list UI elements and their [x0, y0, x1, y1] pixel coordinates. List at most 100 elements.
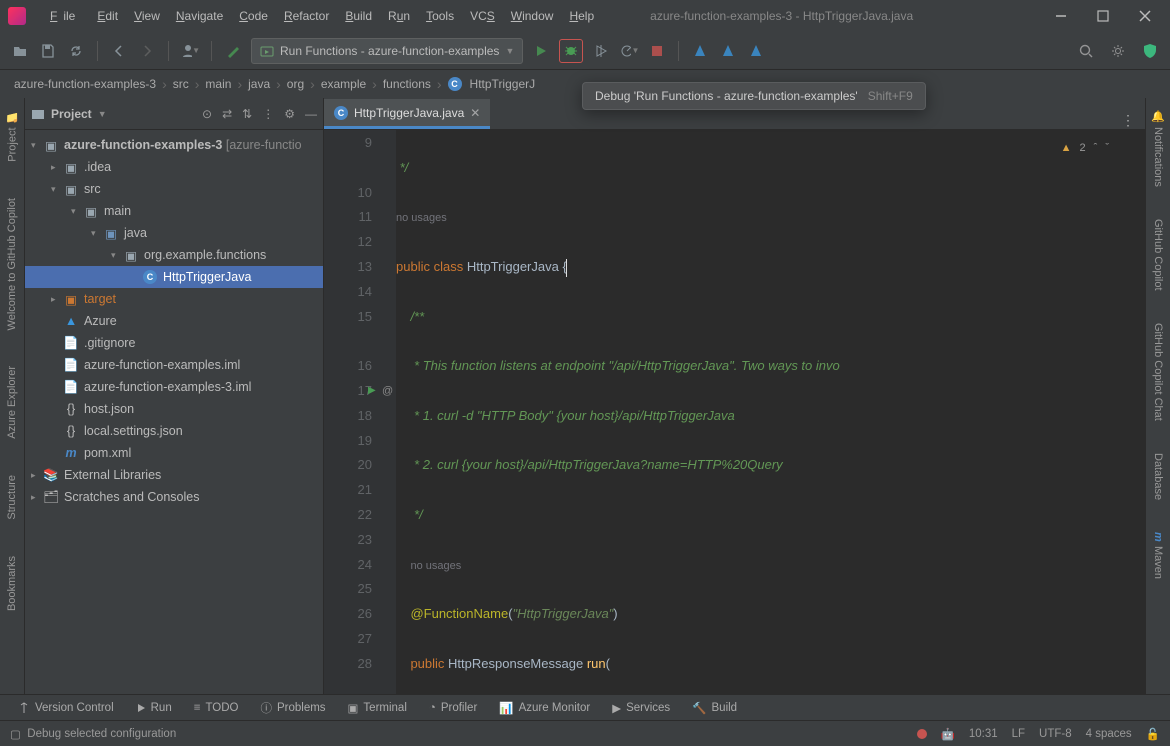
gutter[interactable]: 9 10 11 12 13 14 15 16 17▶@ 18 19 20 21 …	[324, 130, 396, 694]
shield-icon[interactable]	[1140, 41, 1160, 61]
open-icon[interactable]	[10, 41, 30, 61]
bc-class[interactable]: HttpTriggerJ	[466, 75, 540, 93]
tree-java[interactable]: ▾▣java	[25, 222, 323, 244]
expand-icon[interactable]: ⇄	[222, 107, 232, 121]
gear-icon[interactable]: ⚙	[284, 107, 295, 121]
chevron-down-icon[interactable]: ▼	[98, 109, 107, 119]
avatar-icon[interactable]: ▼	[180, 41, 200, 61]
hide-icon[interactable]: ⋮	[262, 107, 274, 121]
tree-scratch[interactable]: ▸🗂Scratches and Consoles	[25, 486, 323, 508]
tree-azure[interactable]: ▲Azure	[25, 310, 323, 332]
menu-window[interactable]: Window	[505, 5, 560, 27]
collapse-icon[interactable]: ⇅	[242, 107, 252, 121]
menu-help[interactable]: Help	[563, 5, 600, 27]
tree-gitignore[interactable]: 📄.gitignore	[25, 332, 323, 354]
menu-edit[interactable]: Edit	[91, 5, 124, 27]
close-tab-icon[interactable]: ✕	[470, 106, 480, 120]
minimize-button[interactable]	[1054, 9, 1068, 23]
tab-copilot[interactable]: GitHub Copilot	[1150, 213, 1166, 297]
bt-build[interactable]: 🔨Build	[684, 698, 745, 718]
bc-org[interactable]: org	[283, 75, 308, 93]
minimize-panel-icon[interactable]: —	[305, 107, 317, 121]
menu-navigate[interactable]: Navigate	[170, 5, 229, 27]
hammer-icon[interactable]	[223, 41, 243, 61]
coverage-icon[interactable]	[591, 41, 611, 61]
tree-hostjson[interactable]: {}host.json	[25, 398, 323, 420]
status-time[interactable]: 10:31	[969, 728, 998, 740]
next-highlight-icon[interactable]: ˇ	[1105, 136, 1109, 161]
menu-tools[interactable]: Tools	[420, 5, 460, 27]
tree-class-selected[interactable]: CHttpTriggerJava	[25, 266, 323, 288]
tree-iml2[interactable]: 📄azure-function-examples-3.iml	[25, 376, 323, 398]
project-header-label[interactable]: Project	[51, 107, 92, 121]
stop-icon[interactable]	[647, 41, 667, 61]
run-configuration-selector[interactable]: Run Functions - azure-function-examples …	[251, 38, 523, 64]
bt-problems[interactable]: ⓘProblems	[252, 697, 333, 719]
search-icon[interactable]	[1076, 41, 1096, 61]
debug-button[interactable]	[559, 39, 583, 63]
maximize-button[interactable]	[1096, 9, 1110, 23]
menu-build[interactable]: Build	[339, 5, 378, 27]
back-icon[interactable]	[109, 41, 129, 61]
bc-example[interactable]: example	[317, 75, 370, 93]
save-icon[interactable]	[38, 41, 58, 61]
bt-run[interactable]: Run	[128, 699, 180, 717]
prev-highlight-icon[interactable]: ˆ	[1094, 136, 1098, 161]
code-content[interactable]: */ no usages public class HttpTriggerJav…	[396, 130, 1145, 694]
copilot-status-icon[interactable]: 🤖	[941, 727, 955, 741]
sync-icon[interactable]	[66, 41, 86, 61]
menu-run[interactable]: Run	[382, 5, 416, 27]
tab-structure[interactable]: Structure	[4, 469, 20, 526]
status-indent[interactable]: 4 spaces	[1086, 728, 1132, 740]
bc-main[interactable]: main	[201, 75, 235, 93]
tree-pom[interactable]: mpom.xml	[25, 442, 323, 464]
tree-src[interactable]: ▾▣src	[25, 178, 323, 200]
azure-icon-3[interactable]	[746, 41, 766, 61]
tree-iml1[interactable]: 📄azure-function-examples.iml	[25, 354, 323, 376]
tree-extlib[interactable]: ▸📚External Libraries	[25, 464, 323, 486]
menu-code[interactable]: Code	[233, 5, 274, 27]
tree-root[interactable]: ▾▣azure-function-examples-3 [azure-funct…	[25, 134, 323, 156]
menu-view[interactable]: View	[128, 5, 166, 27]
tree-target[interactable]: ▸▣target	[25, 288, 323, 310]
forward-icon[interactable]	[137, 41, 157, 61]
select-opened-icon[interactable]: ⊙	[202, 107, 212, 121]
tab-bookmarks[interactable]: Bookmarks	[4, 550, 20, 617]
azure-icon-2[interactable]	[718, 41, 738, 61]
tab-maven[interactable]: mMaven	[1150, 526, 1166, 585]
recording-indicator-icon[interactable]	[917, 729, 927, 739]
bt-todo[interactable]: ≡TODO	[186, 699, 247, 717]
close-button[interactable]	[1138, 9, 1152, 23]
status-encoding[interactable]: UTF-8	[1039, 728, 1072, 740]
status-readonly-icon[interactable]: 🔓	[1146, 727, 1160, 741]
profile-icon[interactable]: ▼	[619, 41, 639, 61]
tree-package[interactable]: ▾▣org.example.functions	[25, 244, 323, 266]
bc-java[interactable]: java	[244, 75, 274, 93]
tab-database[interactable]: Database	[1150, 447, 1166, 506]
menu-file[interactable]: File	[44, 5, 87, 27]
inspection-widget[interactable]: ▲2 ˆ ˇ	[1061, 136, 1109, 161]
run-gutter-icon[interactable]: ▶	[368, 379, 376, 404]
bt-services[interactable]: ▶Services	[604, 698, 678, 718]
tab-project[interactable]: Project📁	[4, 104, 21, 168]
tree-localsettings[interactable]: {}local.settings.json	[25, 420, 323, 442]
tab-copilot-welcome[interactable]: Welcome to GitHub Copilot	[4, 192, 20, 336]
tree-idea[interactable]: ▸▣.idea	[25, 156, 323, 178]
tab-httptriggerjava[interactable]: C HttpTriggerJava.java ✕	[324, 99, 490, 129]
tab-copilot-chat[interactable]: GitHub Copilot Chat	[1150, 317, 1166, 427]
tab-azure-explorer[interactable]: Azure Explorer	[4, 360, 20, 445]
run-icon[interactable]	[531, 41, 551, 61]
code-area[interactable]: ▲2 ˆ ˇ 9 10 11 12 13 14 15 16 17▶@ 18 19…	[324, 130, 1145, 694]
tabs-menu-icon[interactable]: ⋮	[1111, 112, 1145, 129]
gear-icon[interactable]	[1108, 41, 1128, 61]
statusbar-icon[interactable]: ▢	[10, 727, 21, 741]
tab-notifications[interactable]: 🔔Notifications	[1150, 104, 1167, 193]
menu-vcs[interactable]: VCS	[464, 5, 501, 27]
bc-functions[interactable]: functions	[379, 75, 435, 93]
tree-main[interactable]: ▾▣main	[25, 200, 323, 222]
bc-root[interactable]: azure-function-examples-3	[10, 75, 160, 93]
bt-terminal[interactable]: ▣Terminal	[340, 698, 415, 718]
menu-refactor[interactable]: Refactor	[278, 5, 335, 27]
bt-profiler[interactable]: ◔Profiler	[421, 699, 485, 717]
bt-azure-monitor[interactable]: 📊Azure Monitor	[491, 698, 598, 718]
